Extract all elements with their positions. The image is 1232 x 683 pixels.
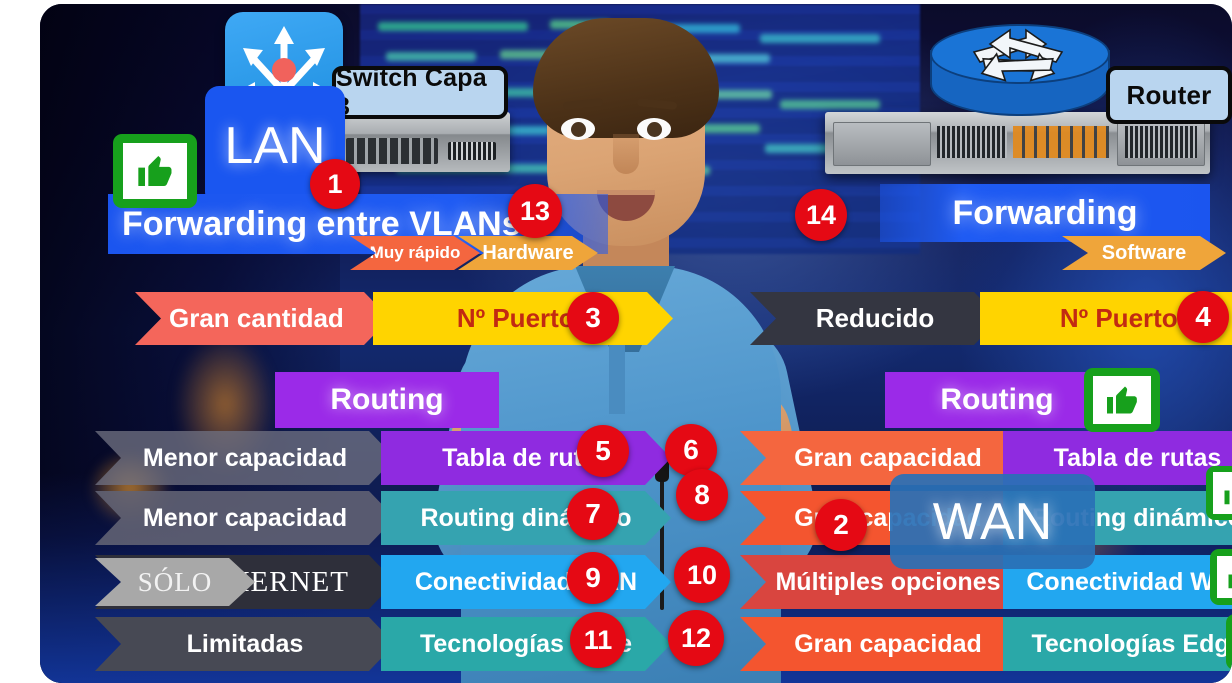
- left-row-4-left-chevron: Limitadas: [95, 617, 395, 671]
- left-row-2-left-chevron: Menor capacidad: [95, 491, 395, 545]
- right-row-0-left-chevron: Reducido: [750, 292, 1000, 345]
- badge-12: 12: [668, 610, 724, 666]
- left-row-1-left-chevron: Menor capacidad: [95, 431, 395, 485]
- right-row-1-left-label: Gran capacidad: [794, 443, 982, 472]
- left-row-3-prefix-label: SÓLO: [137, 566, 213, 597]
- thumbs-up-icon-lan: [113, 134, 197, 208]
- tag-hardware-label: Hardware: [482, 241, 574, 264]
- presenter-hair: [533, 18, 719, 138]
- right-row-1-right-label: Tabla de rutas: [1053, 443, 1222, 472]
- badge-7: 7: [567, 488, 619, 540]
- right-routing-header-label: Routing: [940, 383, 1054, 416]
- right-row-4-left-label: Gran capacidad: [794, 629, 982, 658]
- left-routing-header: Routing: [275, 372, 499, 428]
- right-row-3-right-label: Conectividad WAN: [1026, 567, 1232, 596]
- left-row-4-left-label: Limitadas: [186, 629, 304, 658]
- tag-software-label: Software: [1101, 241, 1187, 264]
- badge-5: 5: [577, 425, 629, 477]
- left-row-4-right-chevron: Tecnologías Edge: [381, 617, 671, 671]
- badge-8: 8: [676, 469, 728, 521]
- thumbs-up-icon-row-5: [1226, 614, 1232, 670]
- badge-6: 6: [665, 424, 717, 476]
- tag-muy-rapido-label: Muy rápido: [369, 243, 461, 262]
- thumbs-up-icon-routing: [1084, 368, 1160, 432]
- badge-13: 13: [508, 184, 562, 238]
- left-row-0-right-chevron: Nº Puertos: [373, 292, 673, 345]
- thumbs-up-icon-row-4: [1210, 549, 1232, 605]
- right-row-3-left-label: Múltiples opciones: [775, 567, 1001, 596]
- wan-box: WAN: [890, 474, 1095, 569]
- switch-device-label: Switch Capa 3: [332, 64, 508, 121]
- left-row-2-left-label: Menor capacidad: [142, 503, 348, 532]
- left-row-3-right-chevron: Conectividad WAN: [381, 555, 671, 609]
- right-row-4-left-chevron: Gran capacidad: [740, 617, 1036, 671]
- badge-9: 9: [567, 552, 619, 604]
- badge-2: 2: [815, 499, 867, 551]
- presenter-nose: [613, 134, 639, 174]
- right-row-0-left-label: Reducido: [815, 303, 935, 333]
- presenter-pupil-right: [647, 122, 662, 137]
- thumbs-up-icon-row-2: [1206, 466, 1232, 520]
- right-row-4-right-chevron: Tecnologías Edge: [1003, 617, 1232, 671]
- router-icon: [930, 24, 1110, 132]
- badge-1: 1: [310, 159, 360, 209]
- right-row-0-right-label: Nº Puertos: [1059, 303, 1193, 333]
- left-row-0-left-label: Gran cantidad: [169, 303, 344, 333]
- badge-4: 4: [1177, 291, 1229, 343]
- badge-14: 14: [795, 189, 847, 241]
- right-forwarding-banner-label: Forwarding: [952, 193, 1138, 232]
- right-routing-header: Routing: [885, 372, 1109, 428]
- badge-11: 11: [570, 612, 626, 668]
- right-row-4-right-label: Tecnologías Edge: [1031, 629, 1232, 658]
- video-frame: Switch Capa 3 Router LAN Forwarding entr…: [40, 4, 1232, 683]
- left-row-1-left-label: Menor capacidad: [142, 443, 348, 472]
- router-device-label: Router: [1106, 66, 1232, 124]
- left-row-0-left-chevron: Gran cantidad: [135, 292, 390, 345]
- left-routing-header-label: Routing: [330, 383, 444, 416]
- presenter-pupil-left: [571, 122, 586, 137]
- badge-10: 10: [674, 547, 730, 603]
- badge-3: 3: [567, 292, 619, 344]
- right-forwarding-banner: Forwarding: [880, 184, 1210, 242]
- left-row-2-right-chevron: Routing dinámico: [381, 491, 671, 545]
